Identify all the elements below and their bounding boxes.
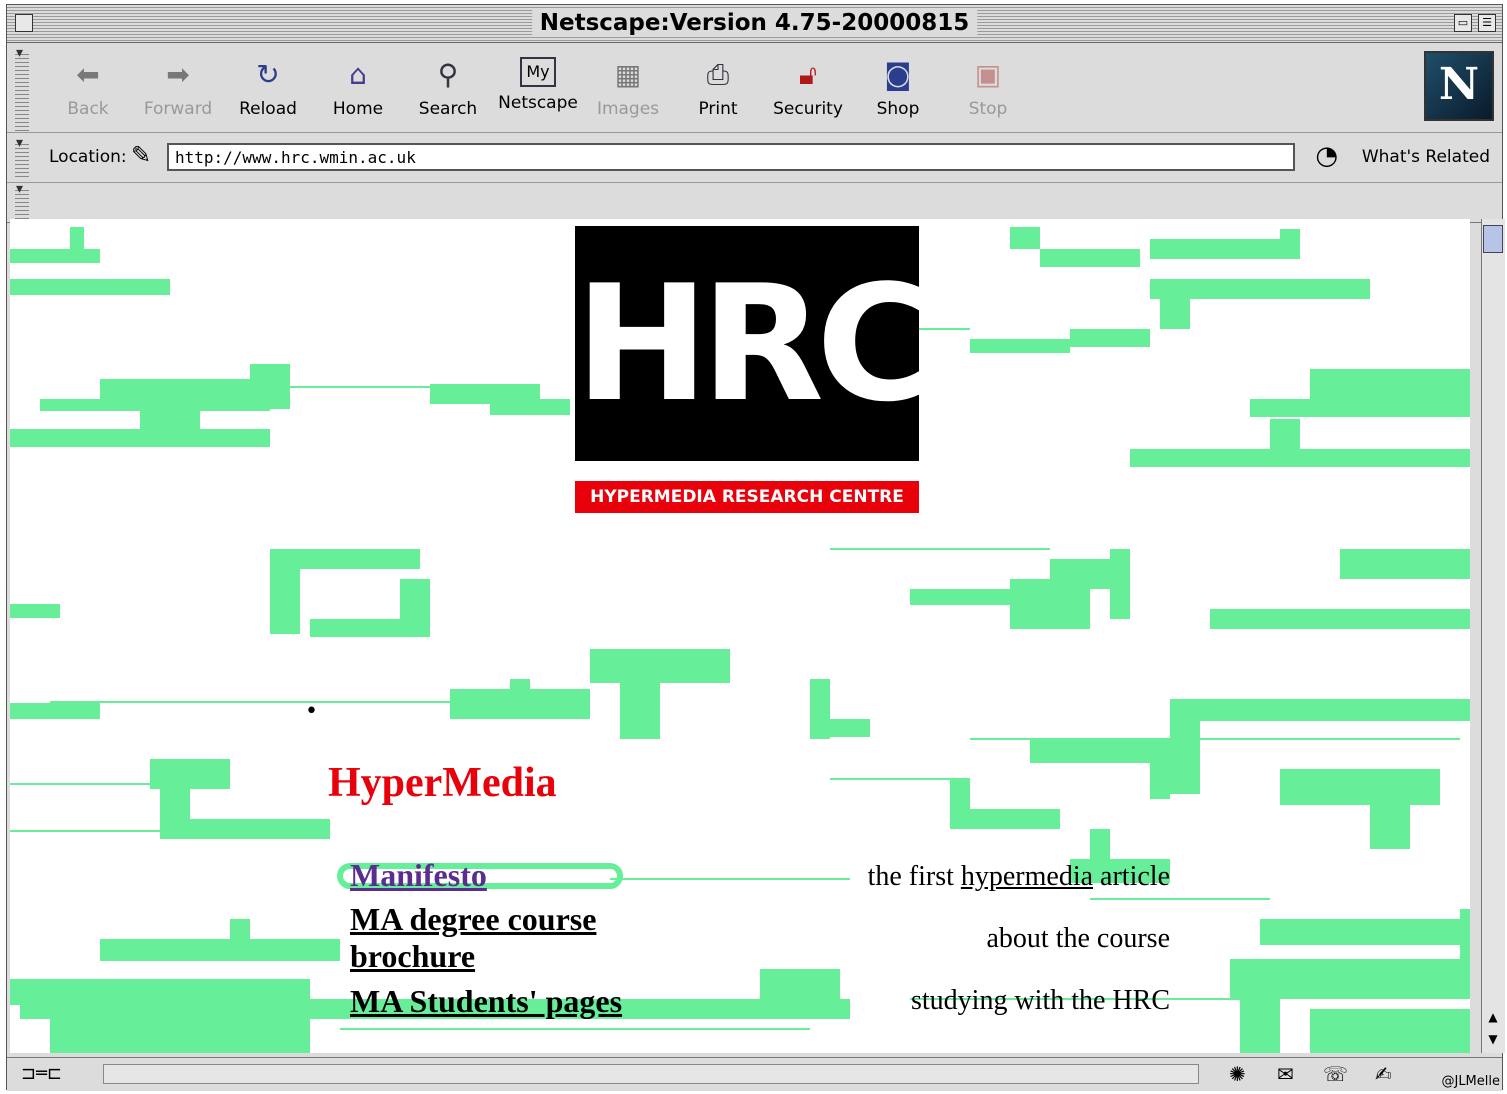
search-icon: ⚲: [437, 58, 459, 91]
page-content: HRC HYPERMEDIA RESEARCH CENTRE • HyperMe…: [10, 219, 1470, 1053]
status-text-field: [103, 1064, 1199, 1084]
manifesto-description: the first hypermedia article: [670, 861, 1170, 893]
home-button[interactable]: ⌂ Home: [315, 51, 401, 129]
back-arrow-icon: ⬅: [76, 58, 100, 91]
forward-button[interactable]: ➡ Forward: [135, 51, 221, 129]
security-label: Security: [773, 99, 843, 119]
vertical-scrollbar[interactable]: ▲ ▼: [1481, 219, 1505, 1053]
close-box[interactable]: [15, 14, 33, 32]
security-lock-icon: 🔓︎: [798, 58, 818, 91]
url-input[interactable]: [167, 143, 1295, 171]
desc1-after: article: [1093, 861, 1170, 892]
scroll-thumb[interactable]: [1483, 225, 1503, 253]
bullet-dot: •: [305, 699, 318, 724]
search-button[interactable]: ⚲ Search: [405, 51, 491, 129]
students-description: studying with the HRC: [910, 985, 1170, 1016]
hypermedia-inline-link[interactable]: hypermedia: [961, 861, 1093, 892]
manifesto-link[interactable]: Manifesto: [350, 857, 487, 894]
title-bar[interactable]: Netscape:Version 4.75-20000815 ▭ ☰: [7, 5, 1502, 43]
toolbar-collapse-grip[interactable]: [15, 45, 29, 131]
security-button[interactable]: 🔓︎ Security: [765, 51, 851, 129]
hrc-logo-text: HRC: [575, 250, 934, 437]
reload-button[interactable]: ↻ Reload: [225, 51, 311, 129]
ma-course-link-line1[interactable]: MA degree course: [350, 901, 596, 937]
location-collapse-grip[interactable]: [15, 135, 29, 179]
location-bar: Location: ✎ ◔ What's Related: [7, 133, 1502, 183]
reload-icon: ↻: [256, 58, 280, 91]
scroll-up-arrow[interactable]: ▲: [1483, 1007, 1503, 1027]
personal-toolbar: [7, 181, 1502, 223]
ma-students-link[interactable]: MA Students' pages: [350, 983, 622, 1020]
scroll-down-arrow[interactable]: ▼: [1483, 1029, 1503, 1049]
shop-label: Shop: [876, 99, 920, 119]
print-button[interactable]: ⎙ Print: [675, 51, 761, 129]
composer-icon[interactable]: ✍: [1375, 1062, 1392, 1086]
my-netscape-button[interactable]: My Netscape: [495, 51, 581, 129]
mail-icon[interactable]: ✉: [1277, 1062, 1294, 1086]
netscape-logo[interactable]: N: [1424, 51, 1494, 121]
print-label: Print: [698, 99, 738, 119]
collapse-box[interactable]: ☰: [1478, 14, 1496, 32]
whats-related-icon[interactable]: ◔: [1315, 141, 1338, 171]
shop-button[interactable]: ◙ Shop: [855, 51, 941, 129]
page-proxy-icon[interactable]: ✎: [131, 141, 151, 169]
zoom-box[interactable]: ▭: [1454, 14, 1472, 32]
status-bar: ⊐═⊏ ✺ ✉ ☏ ✍ @JLMelle: [7, 1057, 1502, 1091]
ma-course-link-line2[interactable]: brochure: [350, 938, 475, 974]
stop-icon: ▣: [974, 58, 1002, 91]
shop-icon: ◙: [884, 58, 912, 91]
forward-arrow-icon: ➡: [166, 58, 190, 91]
home-label: Home: [332, 99, 384, 119]
watermark-credit: @JLMelle: [1441, 1074, 1500, 1089]
images-label: Images: [596, 99, 660, 119]
hypermedia-heading: HyperMedia: [328, 760, 557, 806]
connection-status-icon: ⊐═⊏: [21, 1063, 63, 1084]
course-description: about the course: [986, 923, 1171, 954]
location-label: Location:: [49, 147, 127, 167]
my-netscape-icon: My: [520, 57, 556, 87]
back-label: Back: [67, 99, 109, 119]
window-title: Netscape:Version 4.75-20000815: [531, 10, 978, 36]
navigator-icon[interactable]: ✺: [1229, 1062, 1246, 1086]
desc1-before: the first: [867, 861, 961, 892]
back-button[interactable]: ⬅ Back: [45, 51, 131, 129]
ma-course-brochure-link[interactable]: MA degree course brochure: [350, 901, 596, 975]
stop-label: Stop: [968, 99, 1008, 119]
forward-label: Forward: [143, 99, 213, 119]
netscape-label: Netscape: [498, 93, 578, 113]
images-icon: ▦: [614, 58, 642, 91]
images-button[interactable]: ▦ Images: [585, 51, 671, 129]
print-icon: ⎙: [706, 58, 730, 91]
stop-button[interactable]: ▣ Stop: [945, 51, 1031, 129]
hrc-logo: HRC: [575, 226, 934, 461]
navigation-toolbar: ⬅ Back ➡ Forward ↻ Reload ⌂ Home ⚲ Searc…: [7, 43, 1502, 133]
home-icon: ⌂: [349, 58, 367, 91]
reload-label: Reload: [239, 99, 297, 119]
discussions-icon[interactable]: ☏: [1323, 1062, 1348, 1086]
whats-related-label[interactable]: What's Related: [1362, 147, 1490, 167]
personal-collapse-grip[interactable]: [15, 181, 29, 219]
hrc-banner: HYPERMEDIA RESEARCH CENTRE: [575, 481, 919, 513]
search-label: Search: [418, 99, 478, 119]
